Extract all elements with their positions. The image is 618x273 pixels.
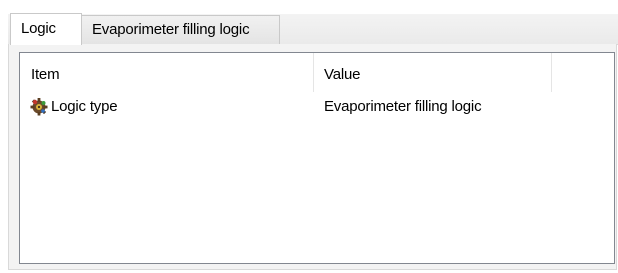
logic-gear-icon bbox=[30, 98, 48, 116]
cell-value-logic-type: Evaporimeter filling logic bbox=[324, 98, 482, 115]
list-header: Item Value bbox=[20, 53, 614, 92]
tab-evaporimeter-filling-logic[interactable]: Evaporimeter filling logic bbox=[82, 15, 280, 44]
logic-properties-panel: Logic Evaporimeter filling logic Item Va… bbox=[0, 0, 618, 273]
tab-logic[interactable]: Logic bbox=[10, 13, 82, 45]
column-header-item[interactable]: Item bbox=[20, 53, 314, 92]
tab-strip: Logic Evaporimeter filling logic bbox=[0, 0, 618, 45]
properties-list-view[interactable]: Item Value Logic type Evaporimeter filli… bbox=[19, 52, 615, 264]
column-header-value[interactable]: Value bbox=[314, 53, 552, 92]
cell-item-logic-type: Logic type bbox=[51, 98, 118, 115]
list-row-logic-type[interactable]: Logic type Evaporimeter filling logic bbox=[20, 93, 614, 121]
